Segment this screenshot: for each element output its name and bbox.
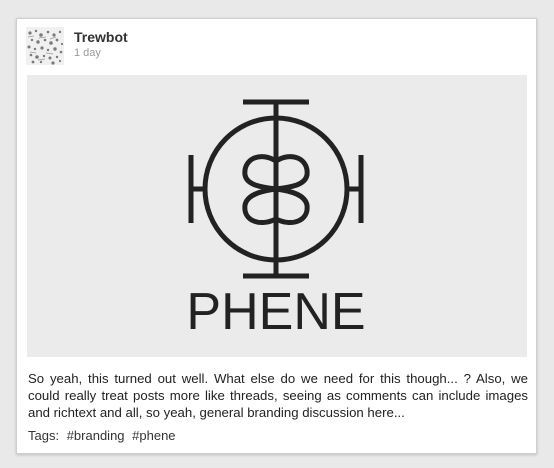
phene-logo-icon: PHENE — [186, 99, 366, 341]
post-body: So yeah, this turned out well. What else… — [28, 371, 528, 420]
author-name[interactable]: Trewbot — [74, 29, 128, 45]
post-image[interactable]: PHENE — [27, 75, 527, 357]
tag-link[interactable]: #branding — [67, 428, 125, 443]
post-timestamp: 1 day — [74, 47, 101, 59]
tags-label: Tags: — [28, 428, 60, 443]
post-card: Trewbot 1 day PHENE So yeah, this turned… — [16, 18, 537, 454]
tag-link[interactable]: #phene — [132, 428, 175, 443]
avatar-pattern-icon — [26, 27, 64, 65]
post-tags: Tags: #branding #phene — [28, 428, 176, 443]
author-avatar[interactable] — [26, 27, 64, 65]
logo-wordmark: PHENE — [186, 283, 365, 341]
